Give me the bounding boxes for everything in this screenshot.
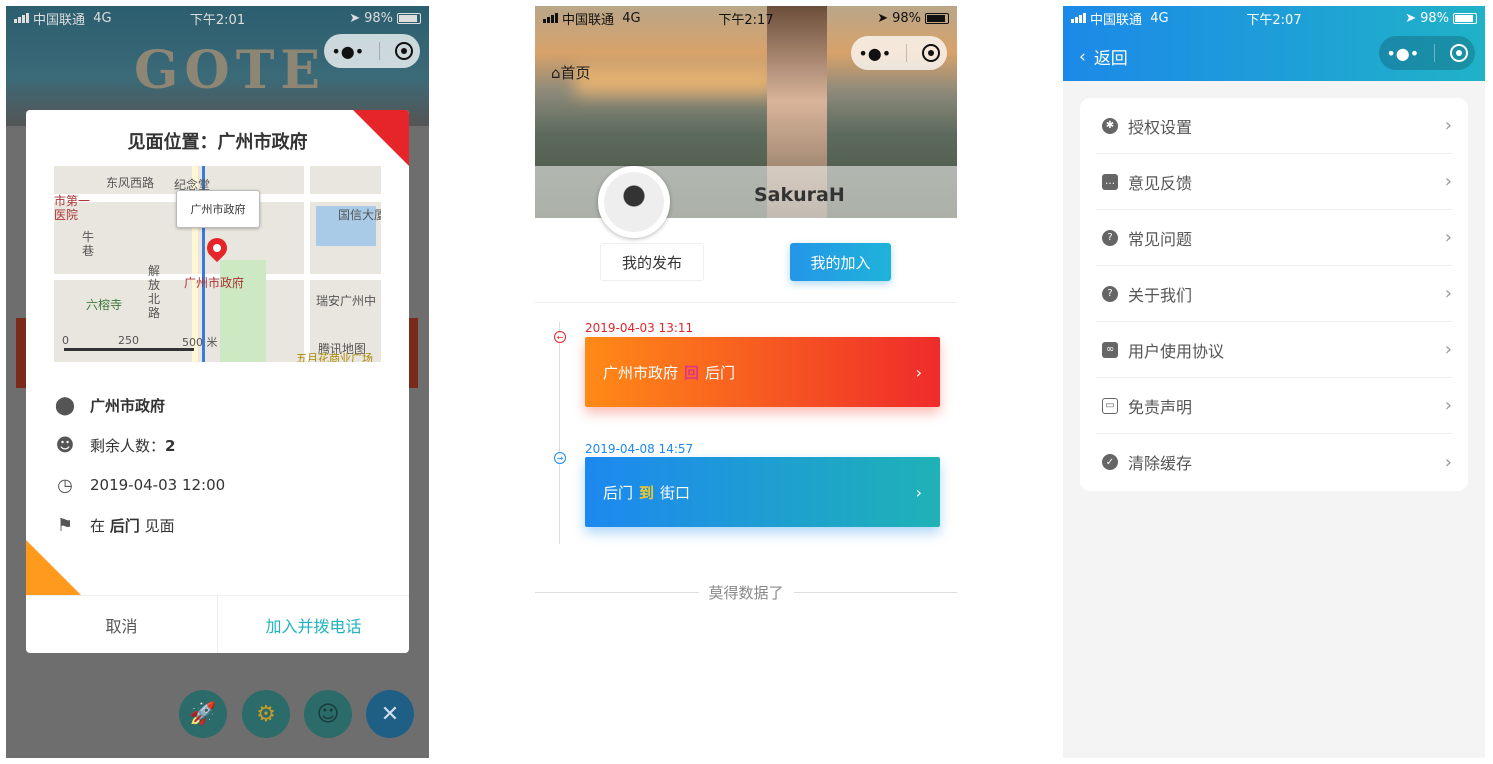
gear-icon: ✱ [1102, 117, 1118, 134]
settings-item-authorization[interactable]: ✱ 授权设置 › [1096, 98, 1452, 154]
phone-screen-settings: 中国联通 4G 下午2:07 ➤ 98% •●• ‹ 返回 ✱ 授权设置 › … 意见反… [1063, 6, 1485, 758]
meeting-datetime: 2019-04-03 12:00 [90, 476, 226, 494]
meet-row: ⚑ 在 后门 见面 [54, 514, 175, 536]
chevron-right-icon: › [915, 482, 922, 502]
chevron-right-icon: › [1444, 339, 1452, 360]
join-and-call-button[interactable]: 加入并拨电话 [218, 596, 409, 653]
settings-list: ✱ 授权设置 › … 意见反馈 › ? 常见问题 › ? 关于我们 › ∞ 用户使用协议 › ▭ 免责… [1080, 98, 1468, 491]
gear-icon[interactable]: ⚙ [242, 690, 290, 738]
clock: 下午2:17 [718, 12, 774, 28]
username: SakuraH [754, 184, 845, 206]
phone-screen-meeting-modal: GOTE 中国联通 4G 下午2:01 ➤ 98% •●• 见面位置：广州市政府 … [6, 6, 429, 758]
settings-item-about[interactable]: ? 关于我们 › [1096, 266, 1452, 322]
tab-my-posts[interactable]: 我的发布 [600, 243, 704, 281]
chevron-right-icon: › [1444, 451, 1452, 473]
close-miniprogram-button[interactable] [394, 42, 413, 60]
status-bar: 中国联通 4G 下午2:07 ➤ 98% [1063, 6, 1485, 30]
remaining-row: ☻ 剩余人数：2 [54, 434, 176, 456]
map-pin-icon [202, 233, 232, 263]
question-icon: ? [1102, 285, 1118, 302]
record-date: 2019-04-03 13:11 [585, 321, 694, 335]
location-pin-icon: ⬤ [54, 394, 76, 416]
remaining-value: 2 [165, 436, 176, 455]
divider [535, 302, 957, 303]
place-row: ⬤ 广州市政府 [54, 394, 165, 416]
clock: 下午2:01 [189, 12, 246, 28]
clock: 下午2:07 [1246, 12, 1302, 28]
modal-actions: 取消 加入并拨电话 [26, 595, 409, 653]
miniprogram-capsule: •●• [324, 34, 420, 68]
settings-item-faq[interactable]: ? 常见问题 › [1096, 210, 1452, 266]
message-icon: … [1102, 173, 1118, 190]
trip-card[interactable]: 广州市政府 回 后门 › [585, 337, 940, 407]
return-arrow-icon: ← [554, 331, 566, 343]
miniprogram-capsule: •●• [1379, 36, 1475, 70]
home-link[interactable]: ⌂首页 [551, 62, 591, 83]
user-icon[interactable]: ☺ [304, 690, 352, 738]
chevron-right-icon: › [915, 362, 922, 382]
rocket-icon[interactable]: 🚀 [179, 690, 227, 738]
cancel-button[interactable]: 取消 [26, 596, 218, 653]
document-icon: ▭ [1102, 397, 1118, 414]
chevron-right-icon: › [1444, 395, 1452, 416]
modal-title: 见面位置：广州市政府 [127, 132, 308, 153]
more-button[interactable]: •●• [331, 42, 364, 61]
shield-icon: ✓ [1102, 454, 1118, 470]
avatar[interactable] [598, 166, 670, 238]
chevron-right-icon: › [1444, 283, 1452, 304]
phone-screen-profile: 中国联通 4G 下午2:17 ➤ 98% •●• ⌂首页 SakuraH 我的发布… [535, 6, 957, 758]
meeting-modal: 见面位置：广州市政府 东风西路 纪念堂 市第一 医院 牛 巷 解 放 北 路 六… [26, 110, 409, 653]
status-bar: 中国联通 4G 下午2:01 ➤ 98% [6, 6, 429, 30]
back-button[interactable]: ‹ 返回 [1079, 44, 1128, 70]
record-date: 2019-04-08 14:57 [585, 442, 694, 456]
meet-suffix: 见面 [144, 516, 175, 535]
chevron-right-icon: › [1444, 115, 1452, 136]
more-button[interactable]: •●• [858, 44, 891, 63]
meet-place: 后门 [109, 516, 140, 535]
trip-card[interactable]: 后门 到 街口 › [585, 457, 940, 527]
status-bar: 中国联通 4G 下午2:17 ➤ 98% [535, 6, 957, 30]
flag-icon: ⚑ [56, 514, 74, 536]
settings-item-feedback[interactable]: … 意见反馈 › [1096, 154, 1452, 210]
settings-item-disclaimer[interactable]: ▭ 免责声明 › [1096, 378, 1452, 434]
close-icon[interactable]: ✕ [366, 690, 414, 738]
settings-item-clear-cache[interactable]: ✓ 清除缓存 › [1096, 434, 1452, 490]
timeline-line [559, 322, 560, 544]
people-icon: ☻ [55, 434, 75, 456]
no-more-data: 莫得数据了 [535, 582, 957, 603]
chevron-right-icon: › [1444, 171, 1452, 192]
app-logo: GOTE [134, 40, 327, 101]
clock-icon: ◷ [57, 474, 73, 496]
home-icon: ⌂ [551, 64, 561, 82]
location-map[interactable]: 东风西路 纪念堂 市第一 医院 牛 巷 解 放 北 路 六榕寺 广州市政府 国信… [54, 166, 381, 362]
more-button[interactable]: •●• [1386, 44, 1419, 63]
remaining-label: 剩余人数： [90, 436, 166, 455]
miniprogram-capsule: •●• [851, 36, 947, 70]
settings-item-user-agreement[interactable]: ∞ 用户使用协议 › [1096, 322, 1452, 378]
chevron-left-icon: ‹ [1079, 46, 1086, 67]
vr-glasses-icon: ∞ [1102, 341, 1118, 358]
place-name: 广州市政府 [90, 396, 166, 415]
map-tooltip: 广州市政府 [176, 190, 260, 228]
time-row: ◷ 2019-04-03 12:00 [54, 474, 225, 496]
meet-prefix: 在 [90, 516, 106, 535]
question-icon: ? [1102, 229, 1118, 246]
close-miniprogram-button[interactable] [1449, 44, 1468, 62]
tab-my-joined[interactable]: 我的加入 [790, 243, 891, 281]
chevron-right-icon: › [1444, 227, 1452, 248]
corner-decoration [26, 540, 82, 596]
forward-arrow-icon: → [554, 452, 566, 464]
close-miniprogram-button[interactable] [921, 44, 940, 62]
